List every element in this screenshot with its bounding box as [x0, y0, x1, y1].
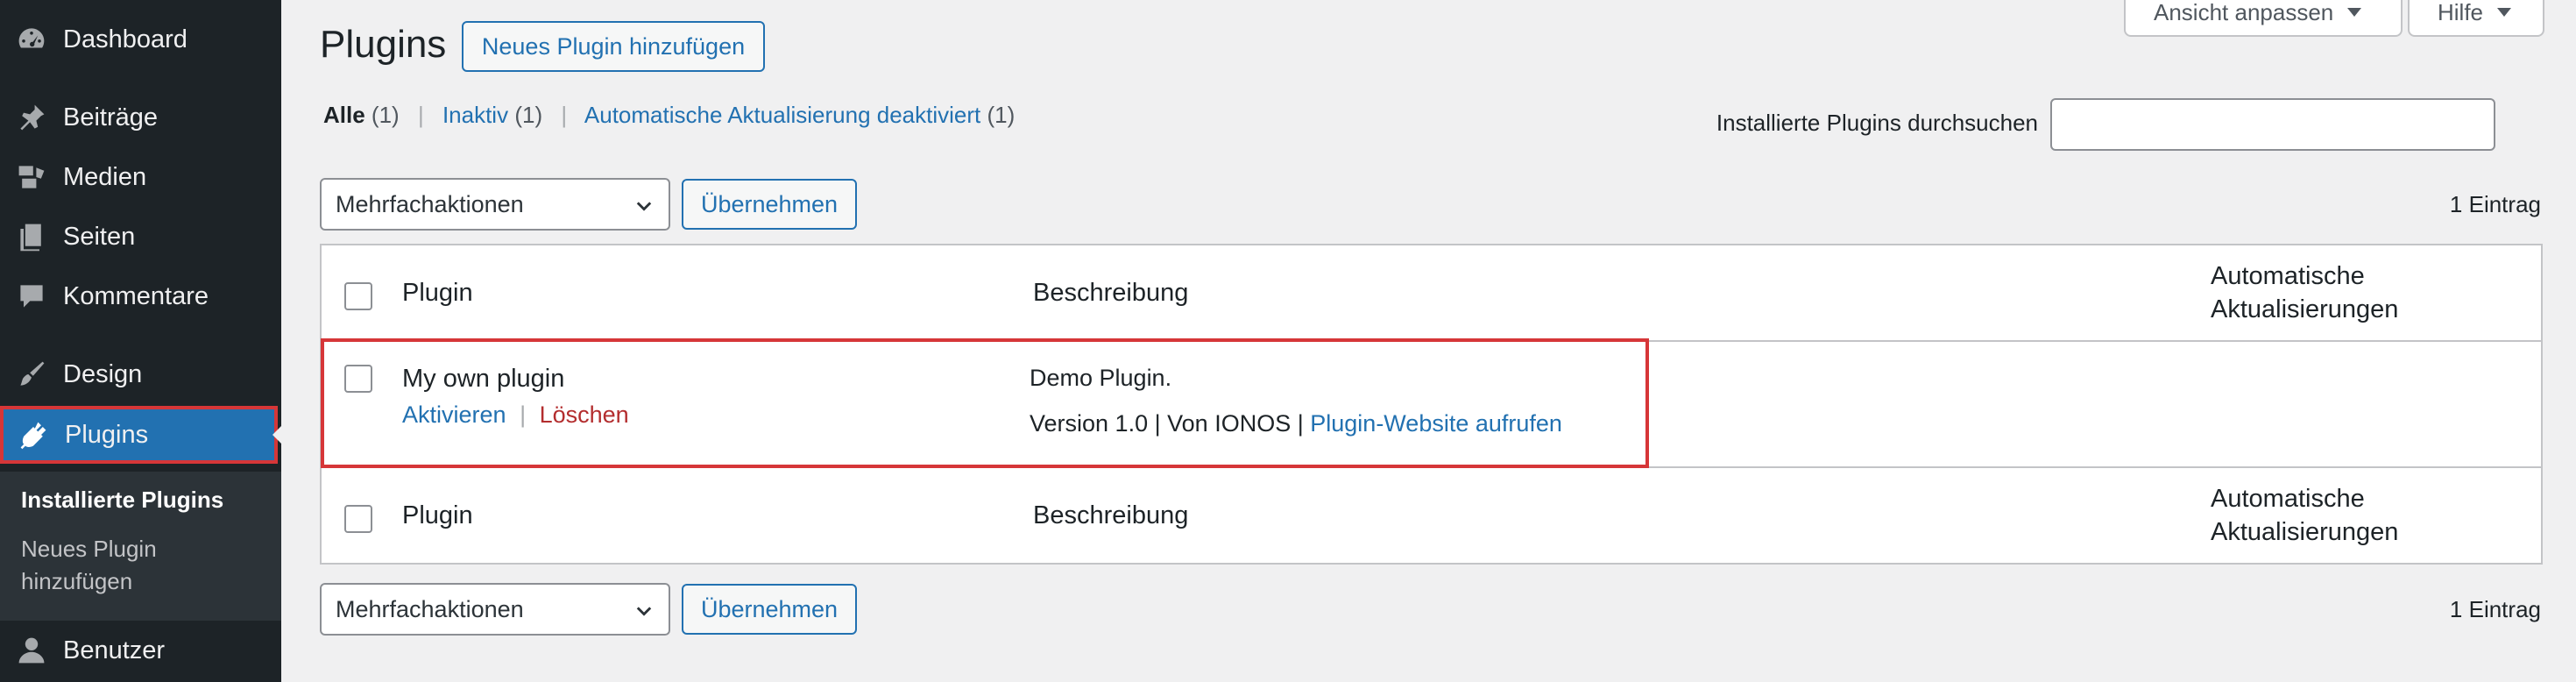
sidebar-item-comments[interactable]: Kommentare	[0, 269, 281, 323]
activate-link[interactable]: Aktivieren	[402, 401, 506, 428]
admin-sidebar: Dashboard Beiträge Medien Seiten Komment…	[0, 0, 283, 682]
sidebar-item-pages[interactable]: Seiten	[0, 210, 281, 264]
main-content: Ansicht anpassen Hilfe Plugins Neues Plu…	[281, 0, 2576, 682]
sidebar-item-label: Plugins	[65, 420, 149, 449]
brush-icon	[14, 357, 49, 392]
apply-button-bottom[interactable]: Übernehmen	[682, 584, 857, 635]
chevron-down-icon	[636, 607, 652, 616]
sidebar-item-design[interactable]: Design	[0, 347, 281, 401]
plugin-name: My own plugin	[402, 365, 565, 393]
sidebar-item-label: Beiträge	[63, 103, 159, 131]
filter-inactive-count: (1)	[514, 102, 543, 128]
sidebar-item-label: Design	[63, 359, 143, 388]
help-label: Hilfe	[2438, 0, 2484, 25]
sidebar-item-label: Seiten	[63, 222, 136, 251]
sidebar-item-label: Dashboard	[63, 25, 188, 53]
column-header-auto-updates: Automatische Aktualisierungen	[2211, 262, 2399, 323]
filter-all-count: (1)	[371, 102, 400, 128]
action-separator: |	[520, 401, 527, 428]
item-count-top: 1 Eintrag	[2449, 191, 2541, 217]
column-footer-plugin[interactable]: Plugin	[402, 501, 473, 530]
dashboard-icon	[14, 22, 49, 57]
submenu-installed-plugins[interactable]: Installierte Plugins	[21, 484, 223, 516]
caret-down-icon	[2497, 8, 2512, 17]
filter-separator: |	[561, 102, 568, 128]
select-all-checkbox[interactable]	[344, 282, 372, 310]
table-row: My own plugin Aktivieren | Löschen Demo …	[322, 342, 2541, 466]
filter-separator: |	[417, 102, 424, 128]
column-footer-description: Beschreibung	[1033, 501, 1189, 529]
plugin-icon	[16, 417, 51, 452]
add-new-plugin-button[interactable]: Neues Plugin hinzufügen	[462, 21, 765, 72]
table-header-row: Plugin Beschreibung Automatische Aktuali…	[322, 245, 2541, 342]
filter-autoupdate-disabled[interactable]: Automatische Aktualisierung deaktiviert	[584, 102, 980, 128]
plugin-website-link[interactable]: Plugin-Website aufrufen	[1310, 410, 1562, 437]
plugin-description: Demo Plugin.	[1030, 365, 1172, 391]
row-checkbox[interactable]	[344, 365, 372, 393]
user-icon	[14, 633, 49, 668]
plugins-table: Plugin Beschreibung Automatische Aktuali…	[320, 244, 2543, 565]
chevron-down-icon	[636, 202, 652, 211]
search-plugins-input[interactable]	[2050, 98, 2495, 151]
column-header-description: Beschreibung	[1033, 279, 1189, 307]
sidebar-item-dashboard[interactable]: Dashboard	[0, 12, 281, 67]
select-all-checkbox-footer[interactable]	[344, 505, 372, 533]
bulk-actions-value: Mehrfachaktionen	[336, 595, 524, 622]
sidebar-item-label: Kommentare	[63, 281, 209, 310]
sidebar-item-users[interactable]: Benutzer	[0, 623, 281, 678]
comment-icon	[14, 279, 49, 314]
filter-all[interactable]: Alle	[323, 102, 365, 128]
media-icon	[14, 160, 49, 195]
screen-options-label: Ansicht anpassen	[2154, 0, 2334, 25]
submenu-add-new-plugin[interactable]: Neues Plugin hinzufügen	[21, 533, 223, 598]
plugin-filter-links: Alle (1) | Inaktiv (1) | Automatische Ak…	[323, 102, 1015, 129]
caret-down-icon	[2347, 8, 2362, 17]
filter-autoupdate-disabled-count: (1)	[987, 102, 1016, 128]
plugins-submenu: Installierte Plugins Neues Plugin hinzuf…	[0, 472, 281, 621]
plugin-author: Von IONOS	[1167, 410, 1292, 437]
apply-button-top[interactable]: Übernehmen	[682, 179, 857, 230]
pin-icon	[14, 100, 49, 135]
bulk-actions-select-top[interactable]: Mehrfachaktionen	[320, 178, 670, 231]
table-footer-row: Plugin Beschreibung Automatische Aktuali…	[322, 466, 2541, 563]
sidebar-item-label: Medien	[63, 162, 147, 191]
column-header-plugin[interactable]: Plugin	[402, 279, 473, 308]
column-footer-auto-updates: Automatische Aktualisierungen	[2211, 485, 2399, 546]
bulk-actions-select-bottom[interactable]: Mehrfachaktionen	[320, 583, 670, 636]
bulk-actions-value: Mehrfachaktionen	[336, 190, 524, 217]
row-actions: Aktivieren | Löschen	[402, 401, 629, 429]
item-count-bottom: 1 Eintrag	[2449, 596, 2541, 622]
filter-inactive[interactable]: Inaktiv	[442, 102, 508, 128]
meta-separator: |	[1297, 410, 1304, 437]
plugin-version: Version 1.0	[1030, 410, 1149, 437]
page-title: Plugins	[320, 23, 447, 66]
meta-separator: |	[1154, 410, 1161, 437]
sidebar-item-media[interactable]: Medien	[0, 150, 281, 204]
search-label: Installierte Plugins durchsuchen	[1716, 110, 2038, 136]
plugin-meta: Version 1.0 | Von IONOS | Plugin-Website…	[1030, 410, 1562, 437]
sidebar-item-label: Benutzer	[63, 636, 166, 664]
screen-options-button[interactable]: Ansicht anpassen	[2124, 0, 2403, 37]
sidebar-item-plugins[interactable]: Plugins	[0, 406, 283, 464]
help-button[interactable]: Hilfe	[2408, 0, 2544, 37]
pages-icon	[14, 219, 49, 254]
delete-link[interactable]: Löschen	[540, 401, 629, 428]
sidebar-item-posts[interactable]: Beiträge	[0, 90, 281, 145]
